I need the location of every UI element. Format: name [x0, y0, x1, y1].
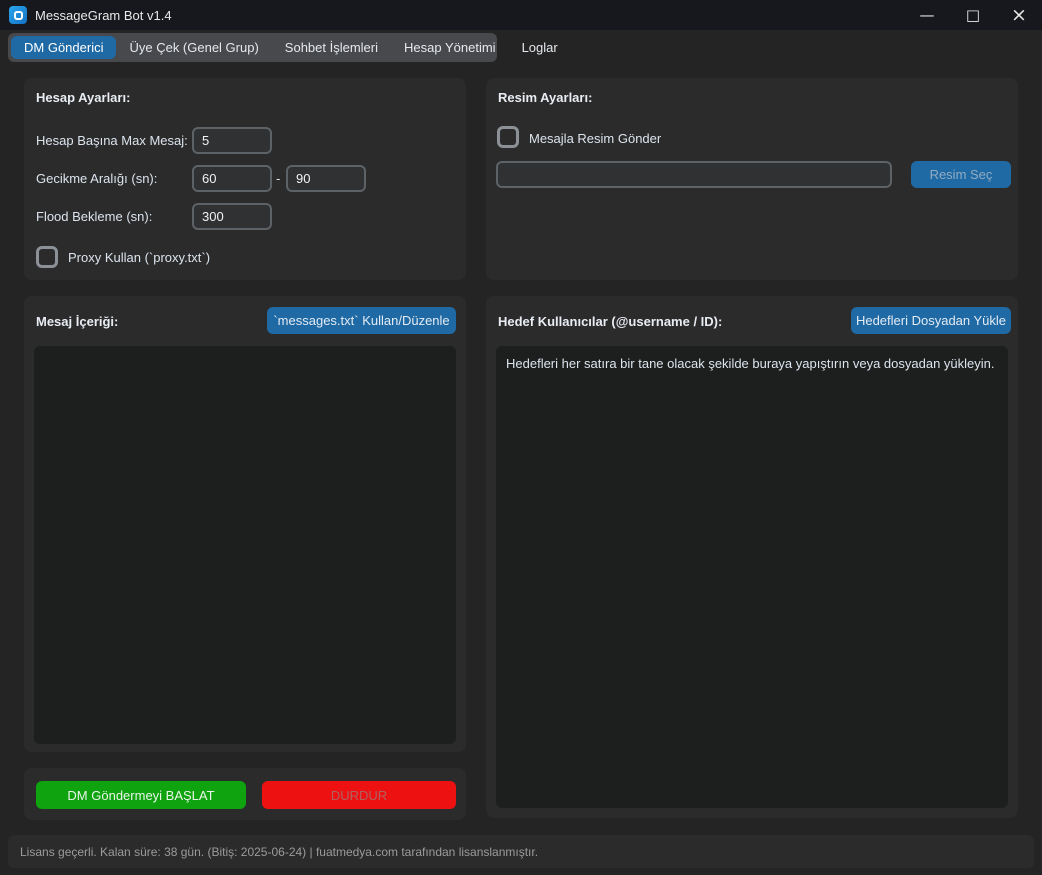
tab-bar: DM Gönderici Üye Çek (Genel Grup) Sohbet… [8, 33, 497, 62]
license-status-text: Lisans geçerli. Kalan süre: 38 gün. (Bit… [20, 845, 538, 859]
tab-hesap-yonetimi[interactable]: Hesap Yönetimi [391, 36, 509, 59]
message-content-title: Mesaj İçeriği: [36, 314, 118, 329]
action-buttons-panel: DM Göndermeyi BAŞLAT DURDUR [24, 768, 466, 820]
account-settings-panel: Hesap Ayarları: Hesap Başına Max Mesaj: … [24, 78, 466, 280]
select-image-button[interactable]: Resim Seç [911, 161, 1011, 188]
app-icon [9, 6, 27, 24]
delay-max-input[interactable] [286, 165, 366, 192]
messages-edit-button[interactable]: `messages.txt` Kullan/Düzenle [267, 307, 456, 334]
proxy-checkbox-label: Proxy Kullan (`proxy.txt`) [68, 250, 210, 265]
tab-dm-gonderici[interactable]: DM Gönderici [11, 36, 116, 59]
titlebar: MessageGram Bot v1.4 — □ × [0, 0, 1042, 30]
tab-uye-cek[interactable]: Üye Çek (Genel Grup) [116, 36, 271, 59]
message-content-panel: Mesaj İçeriği: `messages.txt` Kullan/Düz… [24, 296, 466, 752]
account-settings-title: Hesap Ayarları: [36, 90, 130, 105]
delay-min-input[interactable] [192, 165, 272, 192]
send-image-checkbox[interactable] [497, 126, 519, 148]
start-dm-button[interactable]: DM Göndermeyi BAŞLAT [36, 781, 246, 809]
maximize-button[interactable]: □ [950, 0, 996, 30]
app-window: MessageGram Bot v1.4 — □ × DM Gönderici … [0, 0, 1042, 875]
window-title: MessageGram Bot v1.4 [35, 8, 172, 23]
tab-loglar[interactable]: Loglar [509, 36, 571, 59]
targets-title: Hedef Kullanıcılar (@username / ID): [498, 314, 722, 329]
targets-panel: Hedef Kullanıcılar (@username / ID): Hed… [486, 296, 1018, 818]
max-msg-input[interactable] [192, 127, 272, 154]
tab-sohbet-islemleri[interactable]: Sohbet İşlemleri [272, 36, 391, 59]
maximize-icon: □ [966, 6, 980, 24]
flood-label: Flood Bekleme (sn): [36, 209, 152, 224]
max-msg-label: Hesap Başına Max Mesaj: [36, 133, 188, 148]
close-button[interactable]: × [996, 0, 1042, 30]
message-content-textarea[interactable] [34, 346, 456, 744]
targets-textarea[interactable]: Hedefleri her satıra bir tane olacak şek… [496, 346, 1008, 808]
close-icon: × [1011, 4, 1027, 26]
image-path-input[interactable] [496, 161, 892, 188]
stop-button[interactable]: DURDUR [262, 781, 456, 809]
proxy-checkbox[interactable] [36, 246, 58, 268]
window-controls: — □ × [904, 0, 1042, 30]
status-bar: Lisans geçerli. Kalan süre: 38 gün. (Bit… [8, 835, 1034, 868]
delay-separator: - [276, 171, 280, 186]
minimize-button[interactable]: — [904, 0, 950, 30]
image-settings-title: Resim Ayarları: [498, 90, 592, 105]
load-targets-button[interactable]: Hedefleri Dosyadan Yükle [851, 307, 1011, 334]
image-settings-panel: Resim Ayarları: Mesajla Resim Gönder Res… [486, 78, 1018, 280]
send-image-checkbox-label: Mesajla Resim Gönder [529, 131, 661, 146]
minimize-icon: — [920, 6, 935, 24]
app-icon-ring [14, 11, 23, 20]
delay-label: Gecikme Aralığı (sn): [36, 171, 157, 186]
flood-input[interactable] [192, 203, 272, 230]
